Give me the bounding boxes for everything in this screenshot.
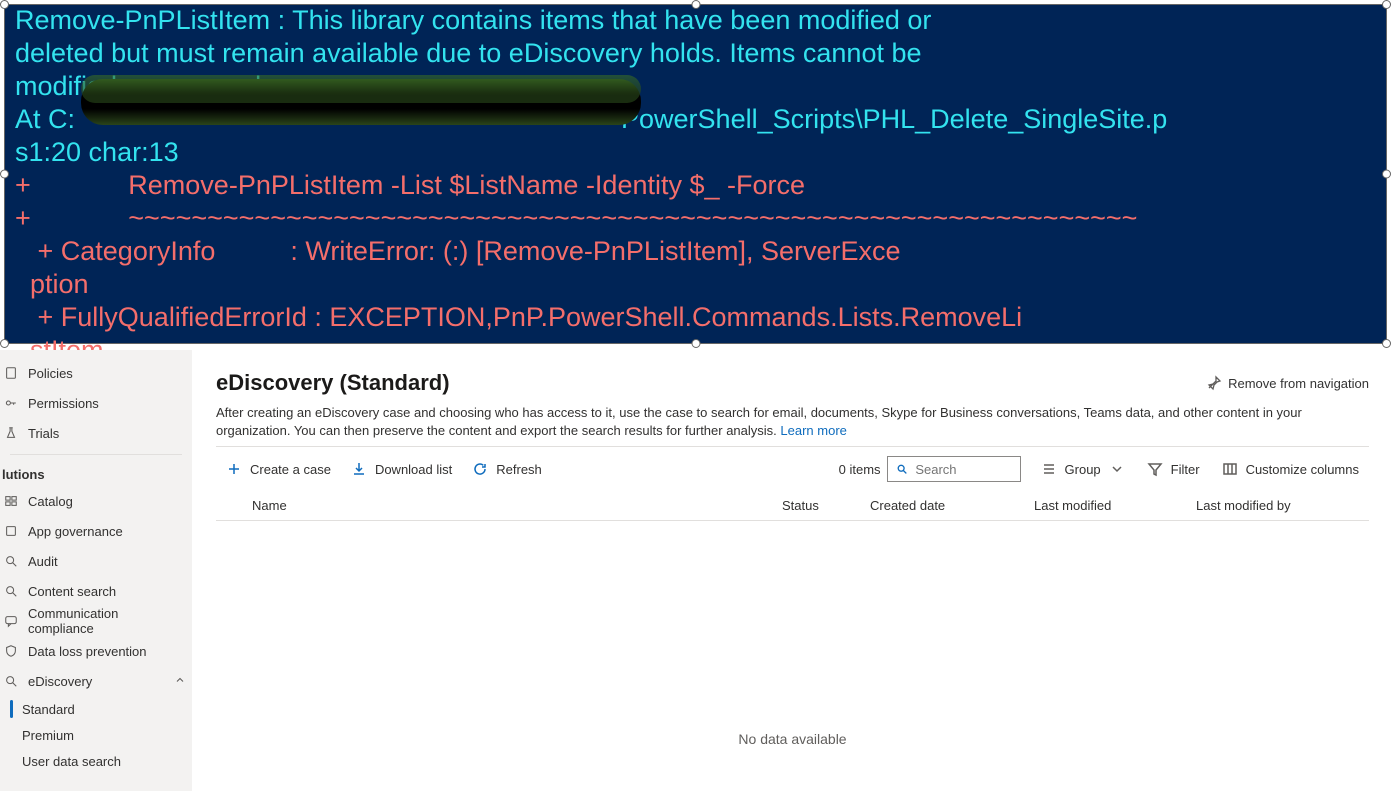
remove-nav-label: Remove from navigation — [1228, 376, 1369, 391]
columns-icon — [1222, 461, 1238, 477]
console-line: ption — [15, 269, 1376, 302]
chat-icon — [4, 614, 18, 628]
audit-icon — [4, 554, 18, 568]
search-icon — [4, 584, 18, 598]
sidebar-item-label: Policies — [28, 366, 73, 381]
customize-columns-button[interactable]: Customize columns — [1212, 453, 1369, 485]
left-nav: Policies Permissions Trials lutions Cata… — [0, 350, 192, 791]
policies-icon — [4, 366, 18, 380]
separator — [10, 454, 182, 455]
console-line: + ~~~~~~~~~~~~~~~~~~~~~~~~~~~~~~~~~~~~~~… — [15, 203, 1376, 236]
group-button[interactable]: Group — [1031, 453, 1135, 485]
plus-icon — [226, 461, 242, 477]
search-icon — [896, 462, 908, 476]
page-description: After creating an eDiscovery case and ch… — [216, 404, 1369, 440]
unpin-icon — [1206, 375, 1222, 391]
table-header: Name Status Created date Last modified L… — [216, 491, 1369, 521]
page-title: eDiscovery (Standard) — [216, 370, 450, 396]
sidebar-item-label: Communication compliance — [28, 606, 186, 636]
col-name[interactable]: Name — [252, 498, 782, 513]
refresh-icon — [472, 461, 488, 477]
sidebar-section-solutions: lutions — [0, 459, 192, 486]
sidebar-item-audit[interactable]: Audit — [0, 546, 192, 576]
powershell-console-screenshot: Remove-PnPListItem : This library contai… — [4, 4, 1387, 344]
chevron-up-icon — [174, 674, 186, 689]
remove-from-navigation-button[interactable]: Remove from navigation — [1206, 375, 1369, 391]
catalog-icon — [4, 494, 18, 508]
download-list-button[interactable]: Download list — [341, 453, 462, 485]
learn-more-link[interactable]: Learn more — [780, 423, 846, 438]
console-line: Remove-PnPListItem : This library contai… — [15, 5, 1376, 38]
command-bar: Create a case Download list Refresh 0 it… — [216, 447, 1369, 491]
sidebar-subitem-standard[interactable]: Standard — [0, 696, 192, 722]
sidebar-item-communication-compliance[interactable]: Communication compliance — [0, 606, 192, 636]
main-content: eDiscovery (Standard) Remove from naviga… — [192, 350, 1393, 791]
sidebar-item-label: Audit — [28, 554, 58, 569]
sidebar-item-label: App governance — [28, 524, 123, 539]
compliance-center-app: Policies Permissions Trials lutions Cata… — [0, 350, 1393, 791]
ediscovery-icon — [4, 674, 18, 688]
refresh-button[interactable]: Refresh — [462, 453, 552, 485]
sidebar-item-policies[interactable]: Policies — [0, 358, 192, 388]
sidebar-item-app-governance[interactable]: App governance — [0, 516, 192, 546]
key-icon — [4, 396, 18, 410]
search-input[interactable] — [887, 456, 1021, 482]
console-line: + Remove-PnPListItem -List $ListName -Id… — [15, 170, 1376, 203]
flask-icon — [4, 426, 18, 440]
col-status[interactable]: Status — [782, 498, 870, 513]
sidebar-item-label: eDiscovery — [28, 674, 92, 689]
console-line: s1:20 char:13 — [15, 137, 1376, 170]
search-field[interactable] — [913, 461, 1011, 478]
sidebar-item-permissions[interactable]: Permissions — [0, 388, 192, 418]
sidebar-item-label: Trials — [28, 426, 59, 441]
col-created[interactable]: Created date — [870, 498, 1034, 513]
filter-icon — [1147, 461, 1163, 477]
sidebar-item-label: Catalog — [28, 494, 73, 509]
sidebar-subitem-premium[interactable]: Premium — [0, 722, 192, 748]
sidebar-item-label: Permissions — [28, 396, 99, 411]
sidebar-item-content-search[interactable]: Content search — [0, 576, 192, 606]
console-line: + CategoryInfo : WriteError: (:) [Remove… — [15, 236, 1376, 269]
download-icon — [351, 461, 367, 477]
governance-icon — [4, 524, 18, 538]
sidebar-item-catalog[interactable]: Catalog — [0, 486, 192, 516]
create-case-button[interactable]: Create a case — [216, 453, 341, 485]
col-modified[interactable]: Last modified — [1034, 498, 1196, 513]
console-line: deleted but must remain available due to… — [15, 38, 1376, 71]
filter-button[interactable]: Filter — [1137, 453, 1210, 485]
console-line: + FullyQualifiedErrorId : EXCEPTION,PnP.… — [15, 302, 1376, 335]
item-count: 0 items — [839, 462, 881, 477]
empty-state-text: No data available — [216, 521, 1369, 747]
chevron-down-icon — [1109, 461, 1125, 477]
sidebar-item-dlp[interactable]: Data loss prevention — [0, 636, 192, 666]
sidebar-item-trials[interactable]: Trials — [0, 418, 192, 448]
sidebar-subitem-user-data-search[interactable]: User data search — [0, 748, 192, 774]
shield-icon — [4, 644, 18, 658]
col-modified-by[interactable]: Last modified by — [1196, 498, 1369, 513]
redaction-smear — [81, 75, 641, 103]
sidebar-item-label: Content search — [28, 584, 116, 599]
sidebar-item-label: Data loss prevention — [28, 644, 147, 659]
group-icon — [1041, 461, 1057, 477]
sidebar-item-ediscovery[interactable]: eDiscovery — [0, 666, 192, 696]
